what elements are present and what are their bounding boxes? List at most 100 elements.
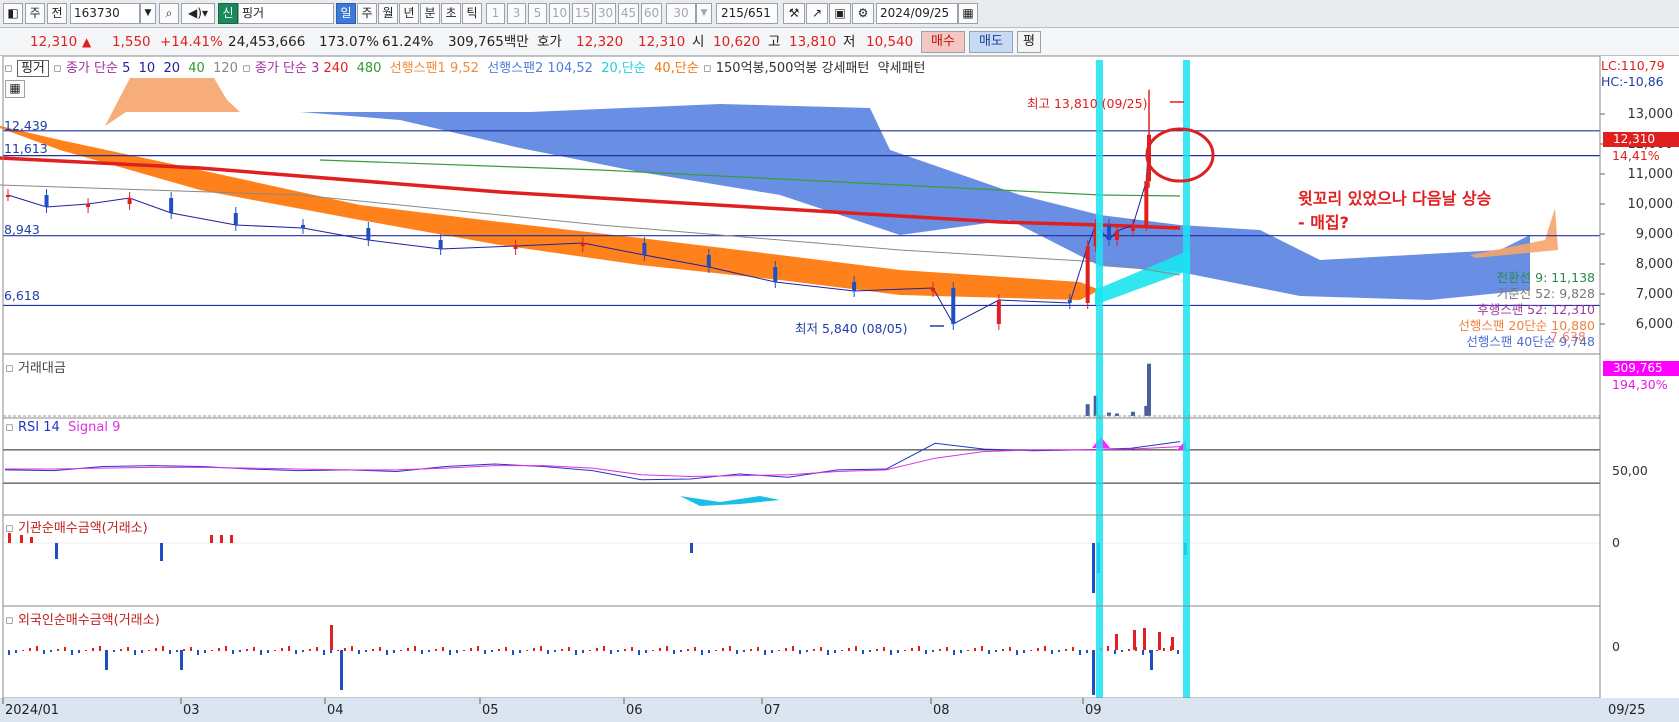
foreign-bar bbox=[1135, 647, 1137, 651]
min-45[interactable]: 45 bbox=[618, 3, 639, 24]
foreign-bar bbox=[1114, 650, 1116, 654]
legend-ma-label[interactable]: 종가 단순 bbox=[66, 61, 118, 76]
foreign-bar bbox=[64, 647, 66, 651]
min-3[interactable]: 3 bbox=[507, 3, 526, 24]
candle-body bbox=[773, 267, 778, 282]
candle-body bbox=[513, 246, 518, 249]
sell-button[interactable]: 매도 bbox=[969, 31, 1013, 53]
legend-span1[interactable]: 선행스팬1 9,52 bbox=[390, 61, 479, 76]
y-tick-label: 13,000 bbox=[1628, 107, 1674, 122]
foreign-bar bbox=[862, 650, 864, 654]
speaker-icon[interactable]: ◀)▾ bbox=[181, 3, 215, 24]
foreign-bar bbox=[659, 648, 661, 651]
tools-icon[interactable]: ⚒ bbox=[783, 3, 805, 24]
legend-s20[interactable]: 20,단순 bbox=[601, 61, 646, 76]
foreign-bar bbox=[1115, 634, 1118, 650]
period-tick[interactable]: 틱 bbox=[462, 3, 482, 24]
foreign-bar bbox=[953, 650, 955, 655]
code-dropdown-icon[interactable]: ▼ bbox=[140, 3, 156, 24]
inst-bar bbox=[690, 543, 693, 553]
stock-code-input[interactable]: 163730 bbox=[70, 3, 140, 24]
legend-ma3-label[interactable]: 종가 단순 3 bbox=[255, 61, 319, 76]
buy-button[interactable]: 매수 bbox=[921, 31, 965, 53]
foreign-bar bbox=[92, 648, 94, 651]
legend-pattern[interactable]: 150억봉,500억봉 강세패턴 bbox=[716, 61, 870, 76]
foreign-bar bbox=[435, 649, 437, 651]
foreign-bar bbox=[463, 650, 465, 651]
legend-name-tag[interactable]: 핑거 bbox=[16, 60, 49, 77]
menu-icon[interactable]: ◧ bbox=[3, 3, 23, 24]
panel-square-icon: ▫ bbox=[5, 613, 18, 628]
period-week[interactable]: 주 bbox=[357, 3, 377, 24]
legend-span2[interactable]: 선행스팬2 104,52 bbox=[487, 61, 593, 76]
foreign-bar bbox=[967, 650, 969, 651]
legend-s40[interactable]: 40,단순 bbox=[654, 61, 699, 76]
min-1[interactable]: 1 bbox=[486, 3, 505, 24]
foreign-bar bbox=[995, 650, 997, 652]
min-15[interactable]: 15 bbox=[572, 3, 593, 24]
foreign-bar bbox=[393, 650, 395, 653]
foreign-bar bbox=[1107, 646, 1109, 651]
foreign-bar bbox=[638, 650, 640, 655]
foreign-bar bbox=[960, 650, 962, 653]
candle-body bbox=[852, 282, 857, 291]
legend-weak-pattern[interactable]: 약세패턴 bbox=[878, 61, 926, 76]
period-second[interactable]: 초 bbox=[441, 3, 461, 24]
rsi-signal-text[interactable]: Signal 9 bbox=[68, 420, 120, 435]
eval-button[interactable]: 평 bbox=[1017, 31, 1041, 53]
foreign-bar bbox=[512, 650, 514, 655]
search-icon[interactable]: ⌕ bbox=[159, 3, 179, 24]
foreign-bar bbox=[603, 646, 605, 651]
y-tick-label: 8,000 bbox=[1636, 257, 1673, 272]
count-field[interactable]: 215/651 bbox=[716, 3, 778, 24]
foreign-bar bbox=[85, 650, 87, 651]
trend-icon[interactable]: ↗ bbox=[806, 3, 828, 24]
foreign-bar bbox=[701, 650, 703, 655]
foreign-bar bbox=[624, 649, 626, 651]
chart-area[interactable]: 6,0007,0008,0009,00010,00011,00012,00013… bbox=[0, 56, 1679, 722]
foreign-bar bbox=[890, 650, 892, 655]
amount-title-text[interactable]: 거래대금 bbox=[18, 361, 66, 376]
foreign-bar bbox=[568, 647, 570, 651]
foreign-bar bbox=[834, 650, 836, 653]
save-icon[interactable]: ▣ bbox=[829, 3, 851, 24]
foreign-bar bbox=[1170, 646, 1172, 651]
min-30[interactable]: 30 bbox=[595, 3, 616, 24]
foreign-bar bbox=[218, 648, 220, 651]
period-month[interactable]: 월 bbox=[378, 3, 398, 24]
y-tick-label: 10,000 bbox=[1628, 197, 1674, 212]
foreign-bar bbox=[225, 646, 227, 651]
foreign-title-text[interactable]: 외국인순매수금액(거래소) bbox=[18, 613, 160, 628]
foreign-bar bbox=[169, 650, 171, 654]
rsi-title-text[interactable]: RSI 14 bbox=[18, 420, 60, 435]
inst-panel-title: ▫ 기관순매수금액(거래소) bbox=[5, 517, 148, 536]
prev-button[interactable]: 전 bbox=[47, 3, 67, 24]
period-year[interactable]: 년 bbox=[399, 3, 419, 24]
turnover-pct: 61.24% bbox=[382, 34, 434, 50]
date-input[interactable]: 2024/09/25 bbox=[876, 3, 958, 24]
period-selector[interactable]: 주 bbox=[25, 3, 45, 24]
x-axis-label: 07 bbox=[764, 703, 781, 718]
stock-name-field[interactable]: 핑거 bbox=[238, 3, 334, 24]
inst-title-text[interactable]: 기관순매수금액(거래소) bbox=[18, 521, 148, 536]
foreign-bar bbox=[848, 648, 850, 651]
min-5[interactable]: 5 bbox=[528, 3, 547, 24]
calendar-icon[interactable]: ▦ bbox=[958, 3, 978, 24]
interval-dropdown-icon[interactable]: ▼ bbox=[696, 3, 712, 24]
min-10[interactable]: 10 bbox=[549, 3, 570, 24]
table-icon[interactable]: ▦ bbox=[5, 80, 25, 98]
period-day[interactable]: 일 bbox=[336, 3, 356, 24]
foreign-bar bbox=[680, 650, 682, 652]
min-60[interactable]: 60 bbox=[641, 3, 662, 24]
interval-input[interactable]: 30 bbox=[666, 3, 696, 24]
gear-icon[interactable]: ⚙ bbox=[852, 3, 874, 24]
low-price: 10,540 bbox=[866, 34, 914, 50]
foreign-bar bbox=[540, 646, 542, 651]
legend-square-icon: ▫ bbox=[4, 61, 13, 76]
rsi-panel-title: ▫ RSI 14 Signal 9 bbox=[5, 420, 120, 435]
price-change: 1,550 bbox=[112, 34, 151, 50]
period-minute[interactable]: 분 bbox=[420, 3, 440, 24]
volume: 24,453,666 bbox=[228, 34, 306, 50]
foreign-bar bbox=[183, 649, 185, 651]
foreign-bar bbox=[610, 650, 612, 654]
